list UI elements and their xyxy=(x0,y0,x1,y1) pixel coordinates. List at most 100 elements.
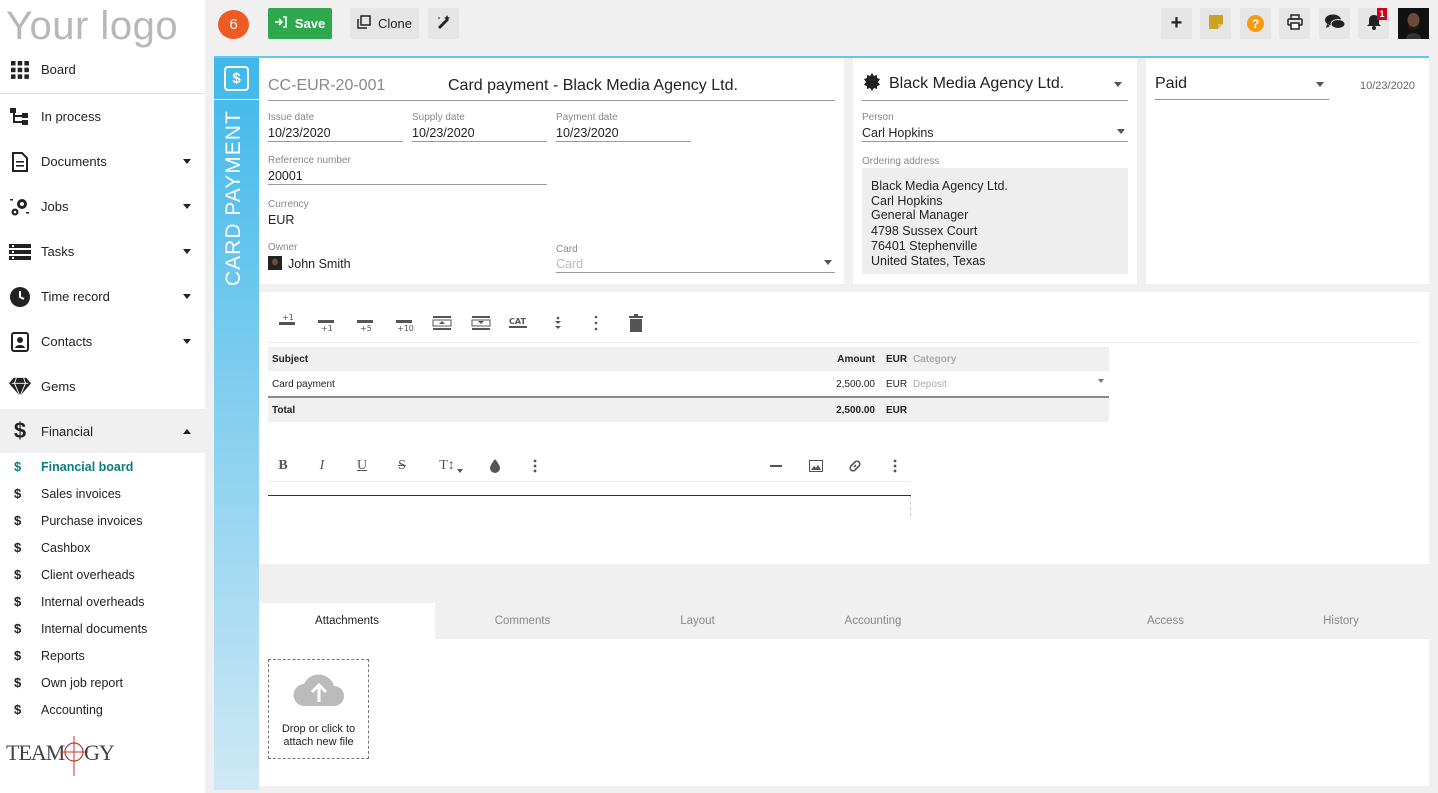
field-underline xyxy=(556,272,835,273)
address-line: United States, Texas xyxy=(871,254,986,268)
trash-icon[interactable] xyxy=(625,312,647,334)
payment-date-field[interactable]: 10/23/2020 xyxy=(556,126,619,140)
panel-gap xyxy=(259,564,1429,603)
sidebar-item-financial[interactable]: $ Financial xyxy=(0,409,205,453)
add-10-rows-icon[interactable]: +10 xyxy=(393,312,415,334)
notifications-button[interactable]: 1 xyxy=(1358,8,1389,39)
sidebar-item-in-process[interactable]: In process xyxy=(0,94,205,139)
editor-area[interactable] xyxy=(268,495,911,496)
add-button[interactable]: + xyxy=(1161,8,1192,39)
save-label: Save xyxy=(294,16,326,31)
category-icon[interactable]: CAT xyxy=(508,312,530,334)
owner-field[interactable]: John Smith xyxy=(288,257,351,271)
clone-label: Clone xyxy=(378,16,412,31)
chat-button[interactable] xyxy=(1319,8,1350,39)
more-vertical-icon[interactable] xyxy=(524,456,546,476)
file-dropzone[interactable]: Drop or click to attach new file xyxy=(268,659,369,759)
italic-button[interactable]: I xyxy=(311,456,333,476)
document-title[interactable]: Card payment - Black Media Agency Ltd. xyxy=(448,77,738,95)
tab-attachments[interactable]: Attachments xyxy=(259,603,435,639)
chevron-up-icon xyxy=(183,428,191,434)
sidebar-subitem-cashbox[interactable]: $ Cashbox xyxy=(0,534,205,561)
cell-category-select[interactable]: Deposit xyxy=(913,379,947,390)
reference-field[interactable]: 20001 xyxy=(268,169,303,183)
table-row[interactable]: Card payment 2,500.00 EUR Deposit xyxy=(268,372,1109,396)
cell-amount[interactable]: 2,500.00 xyxy=(836,379,875,390)
sidebar-item-contacts[interactable]: Contacts xyxy=(0,319,205,364)
sidebar-subitem-reports[interactable]: $ Reports xyxy=(0,642,205,669)
cell-subject[interactable]: Card payment xyxy=(272,379,335,390)
status-select[interactable]: Paid xyxy=(1155,75,1187,93)
save-button[interactable]: Save xyxy=(268,8,332,39)
field-underline xyxy=(268,184,547,185)
total-currency: EUR xyxy=(886,404,908,416)
underline-button[interactable]: U xyxy=(351,456,373,476)
issue-date-field[interactable]: 10/23/2020 xyxy=(268,126,331,140)
font-size-button[interactable]: T↕ xyxy=(434,456,468,476)
sidebar-item-documents[interactable]: Documents xyxy=(0,139,205,184)
add-row-below-icon[interactable]: +1 xyxy=(315,312,337,334)
sidebar-item-jobs[interactable]: Jobs xyxy=(0,184,205,229)
print-button[interactable] xyxy=(1279,8,1310,39)
add-5-rows-icon[interactable]: +5 xyxy=(354,312,376,334)
insert-subtotal-icon[interactable] xyxy=(431,312,453,334)
sidebar-item-gems[interactable]: Gems xyxy=(0,364,205,409)
sidebar-item-label: Contacts xyxy=(41,334,93,349)
sidebar-subitem-label: Internal overheads xyxy=(41,594,145,609)
link-icon[interactable] xyxy=(844,456,866,476)
more-vertical-icon[interactable] xyxy=(585,312,607,334)
field-underline xyxy=(268,141,403,142)
color-drop-icon[interactable] xyxy=(484,456,506,476)
image-icon[interactable] xyxy=(805,456,827,476)
horizontal-rule-icon[interactable] xyxy=(765,456,787,476)
address-box[interactable]: Black Media Agency Ltd. Carl Hopkins Gen… xyxy=(862,168,1128,274)
tab-access[interactable]: Access xyxy=(1078,603,1253,639)
sidebar-item-time-record[interactable]: Time record xyxy=(0,274,205,319)
tools-button[interactable] xyxy=(428,8,459,39)
chevron-down-icon xyxy=(1117,129,1125,134)
expand-icon[interactable] xyxy=(547,312,569,334)
tab-accounting[interactable]: Accounting xyxy=(785,603,961,639)
sidebar-subitem-sales-invoices[interactable]: $ Sales invoices xyxy=(0,480,205,507)
dollar-icon: $ xyxy=(13,418,27,443)
sidebar-item-tasks[interactable]: Tasks xyxy=(0,229,205,274)
card-select[interactable]: Card xyxy=(556,257,583,271)
client-company-select[interactable]: Black Media Agency Ltd. xyxy=(889,75,1064,93)
sidebar-item-label: Tasks xyxy=(41,244,75,259)
sidebar-subitem-internal-documents[interactable]: $ Internal documents xyxy=(0,615,205,642)
tab-comments[interactable]: Comments xyxy=(435,603,610,639)
supply-date-field[interactable]: 10/23/2020 xyxy=(412,126,475,140)
currency-field[interactable]: EUR xyxy=(268,213,294,227)
row-count-label: +5 xyxy=(360,324,372,333)
clone-button[interactable]: Clone xyxy=(350,8,419,39)
sidebar-item-board[interactable]: Board xyxy=(0,47,205,92)
more-vertical-icon[interactable] xyxy=(884,456,906,476)
tab-history[interactable]: History xyxy=(1253,603,1429,639)
sidebar-subitem-financial-board[interactable]: $ Financial board xyxy=(0,453,205,480)
svg-text:GY: GY xyxy=(84,740,115,765)
sidebar-subitem-internal-overheads[interactable]: $ Internal overheads xyxy=(0,588,205,615)
tab-layout[interactable]: Layout xyxy=(610,603,785,639)
count-badge[interactable]: 6 xyxy=(218,10,249,39)
cloud-upload-icon xyxy=(291,668,347,713)
add-row-above-icon[interactable]: +1 xyxy=(276,312,298,334)
bold-button[interactable]: B xyxy=(272,456,294,476)
logo: Your logo xyxy=(6,4,179,48)
person-select[interactable]: Carl Hopkins xyxy=(862,126,934,140)
avatar[interactable] xyxy=(1398,8,1429,39)
document-number[interactable]: CC-EUR-20-001 xyxy=(268,77,385,95)
address-label: Ordering address xyxy=(862,156,940,167)
sidebar-item-label: Financial xyxy=(41,423,94,439)
notes-button[interactable] xyxy=(1200,8,1231,39)
sidebar-subitem-purchase-invoices[interactable]: $ Purchase invoices xyxy=(0,507,205,534)
grid-icon xyxy=(9,59,31,81)
strikethrough-button[interactable]: S xyxy=(391,456,413,476)
sidebar-subitem-client-overheads[interactable]: $ Client overheads xyxy=(0,561,205,588)
insert-section-icon[interactable] xyxy=(470,312,492,334)
address-line: 76401 Stephenville xyxy=(871,239,978,253)
sidebar-subitem-own-job-report[interactable]: $ Own job report xyxy=(0,669,205,696)
font-size-label: T↕ xyxy=(439,458,455,473)
issue-date-label: Issue date xyxy=(268,112,315,123)
brand-logo: TEAM GY xyxy=(6,734,121,778)
help-button[interactable]: ? xyxy=(1240,8,1271,39)
